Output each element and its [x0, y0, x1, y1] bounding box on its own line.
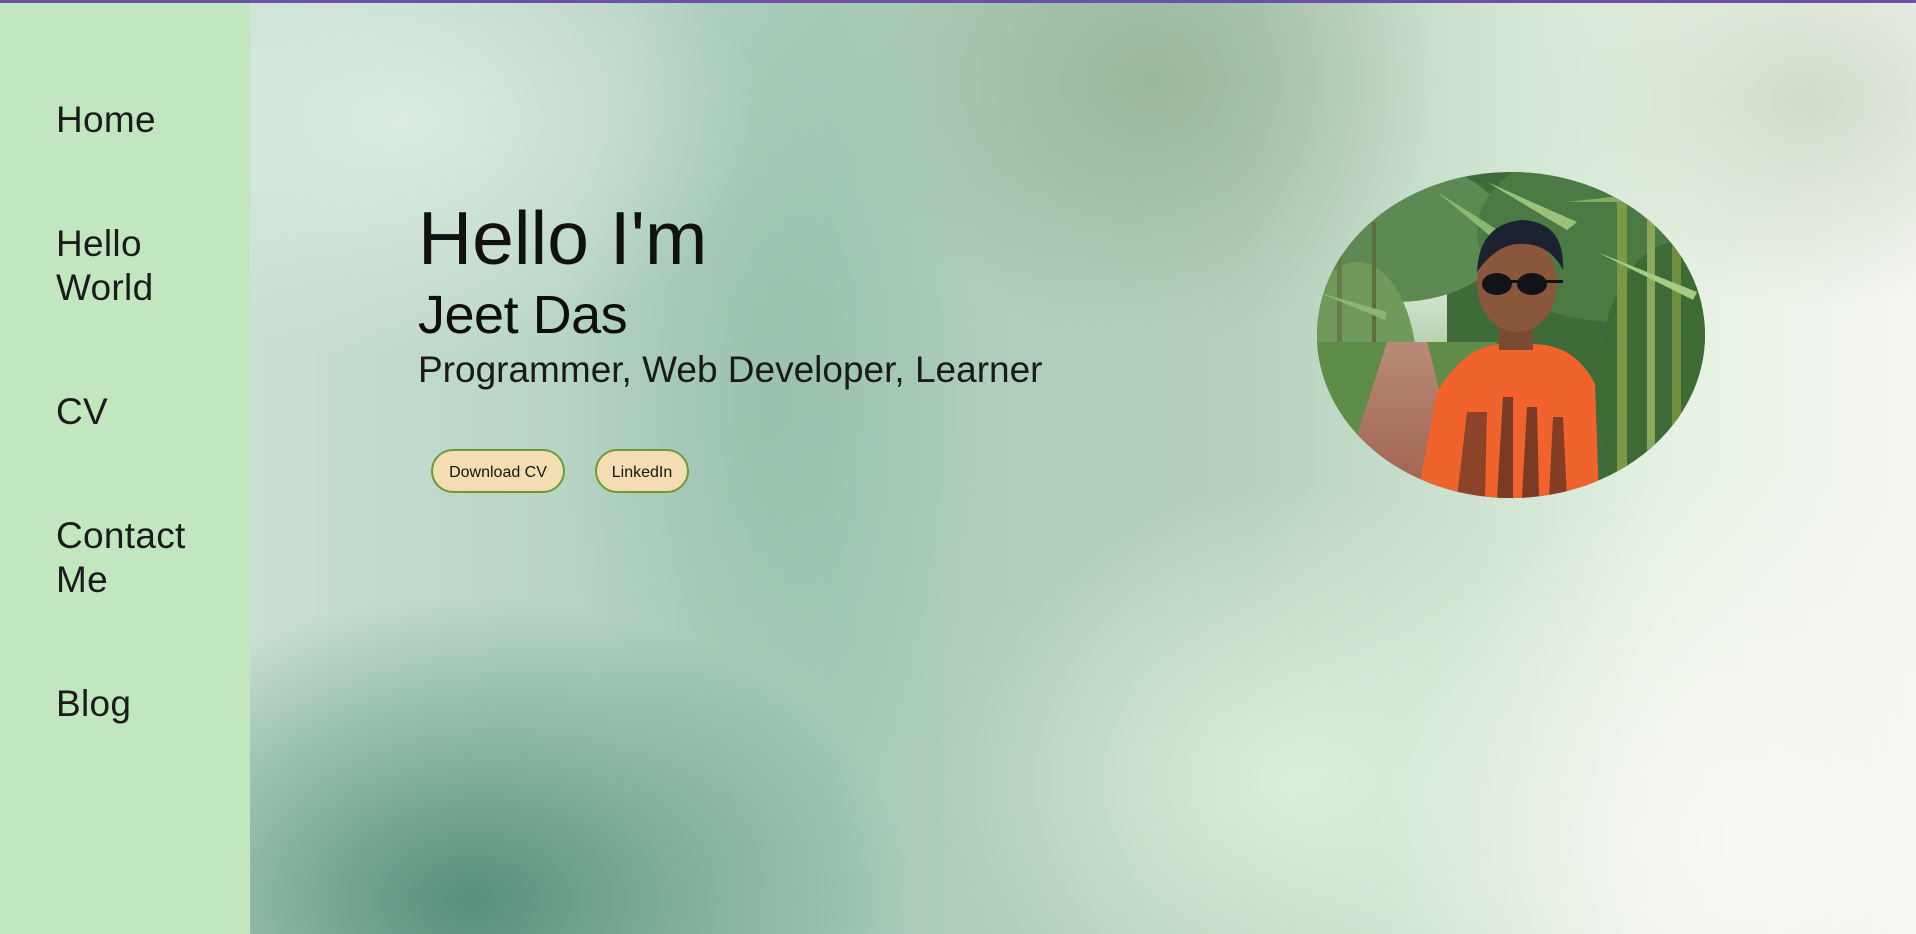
greeting-heading: Hello I'm	[418, 196, 708, 280]
hero-section: Hello I'm Jeet Das Programmer, Web Devel…	[250, 0, 1916, 934]
download-cv-button[interactable]: Download CV	[431, 449, 565, 493]
sidebar-nav: Home Hello World CV Contact Me Blog	[0, 0, 250, 934]
top-accent-bar	[0, 0, 1916, 3]
profile-photo	[1317, 172, 1705, 498]
roles-text: Programmer, Web Developer, Learner	[418, 349, 1043, 390]
sidebar-item-cv[interactable]: CV	[56, 390, 246, 434]
name-heading: Jeet Das	[418, 285, 628, 345]
sidebar-item-contact-me[interactable]: Contact Me	[56, 514, 246, 602]
sidebar-item-blog[interactable]: Blog	[56, 682, 246, 726]
sidebar-item-hello-world[interactable]: Hello World	[56, 222, 246, 310]
linkedin-button[interactable]: LinkedIn	[595, 449, 689, 493]
sidebar-item-home[interactable]: Home	[56, 98, 246, 142]
